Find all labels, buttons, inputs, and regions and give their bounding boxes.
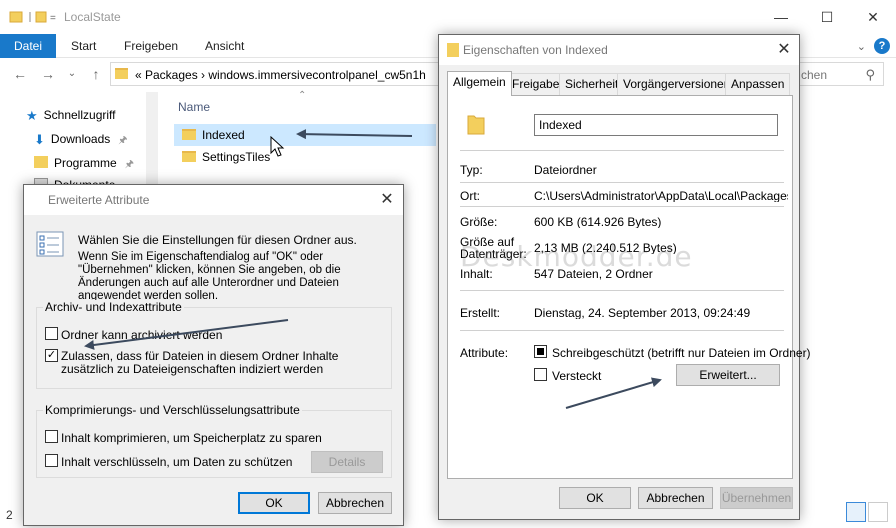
pin-icon[interactable]: 🖈 [118, 135, 127, 146]
type-label: Typ: [460, 163, 483, 177]
created-label: Erstellt: [460, 306, 501, 320]
properties-titlebar: Eigenschaften von Indexed ✕ [439, 35, 799, 65]
tab-sicherheit[interactable]: Sicherheit [559, 73, 625, 95]
tab-freigeben[interactable]: Freigeben [110, 34, 192, 58]
address-path: « Packages › windows.immersivecontrolpan… [135, 68, 426, 82]
archive-checkbox[interactable] [45, 327, 58, 340]
search-icon: ⚲ [865, 67, 875, 82]
properties-title: Eigenschaften von Indexed [463, 43, 608, 57]
attributes-label: Attribute: [460, 346, 509, 360]
folder-icon [115, 68, 128, 79]
separator [460, 150, 784, 151]
advanced-attributes-dialog: Erweiterte Attribute ✕ Wählen Sie die Ei… [23, 184, 404, 526]
folder-icon [182, 129, 196, 140]
ok-button[interactable]: OK [559, 487, 631, 509]
checklist-icon [36, 231, 64, 257]
folder-icon [34, 156, 48, 168]
archive-label: Ordner kann archiviert werden [61, 328, 223, 342]
advanced-title: Erweiterte Attribute [48, 193, 150, 207]
ok-button[interactable]: OK [238, 492, 310, 514]
compression-encryption-group: Komprimierungs- und Verschlüsselungsattr… [36, 403, 392, 478]
group-title: Komprimierungs- und Verschlüsselungsattr… [43, 403, 302, 417]
nav-item-downloads[interactable]: ⬇ Downloads 🖈 [34, 128, 128, 150]
advanced-intro: Wählen Sie die Einstellungen für diesen … [78, 233, 357, 247]
advanced-titlebar: Erweiterte Attribute ✕ [24, 185, 403, 215]
tiles-view-icon[interactable] [868, 502, 888, 522]
size-value: 600 KB (614.926 Bytes) [534, 216, 662, 228]
separator [460, 330, 784, 331]
close-icon[interactable]: ✕ [850, 0, 896, 34]
up-arrow-icon[interactable]: ↑ [88, 66, 104, 82]
location-value: C:\Users\Administrator\AppData\Local\Pac… [534, 190, 788, 202]
cancel-button[interactable]: Abbrechen [318, 492, 392, 514]
search-input[interactable]: chen ⚲ [796, 62, 884, 86]
properties-dialog: Eigenschaften von Indexed ✕ Allgemein Fr… [438, 34, 811, 520]
tab-start[interactable]: Start [57, 34, 110, 58]
separator [460, 182, 784, 183]
explorer-titlebar: = LocalState — ☐ ✕ [0, 0, 896, 34]
file-row[interactable]: Indexed [174, 124, 436, 146]
mouse-cursor-icon [270, 136, 285, 157]
archive-index-group: Archiv- und Indexattribute Ordner kann a… [36, 300, 392, 389]
forward-arrow-icon[interactable]: → [40, 66, 56, 82]
close-icon[interactable]: ✕ [378, 191, 396, 209]
apply-button[interactable]: Übernehmen [720, 487, 793, 509]
sort-chevron-icon: ⌃ [298, 90, 307, 101]
type-value: Dateiordner [534, 164, 597, 176]
maximize-icon[interactable]: ☐ [804, 0, 850, 34]
search-placeholder: chen [801, 68, 828, 82]
nav-item-schnellzugriff[interactable]: ★ Schnellzugriff [26, 104, 115, 126]
pin-icon[interactable]: 🖈 [125, 159, 134, 170]
file-row[interactable]: SettingsTiles [174, 146, 436, 168]
folder-icon [467, 115, 485, 135]
tab-allgemein[interactable]: Allgemein [447, 71, 512, 96]
properties-panel: Indexed Typ: Dateiordner Ort: C:\Users\A… [447, 95, 811, 479]
group-title: Archiv- und Indexattribute [43, 300, 184, 314]
tab-anpassen[interactable]: Anpassen [725, 73, 791, 95]
hidden-checkbox[interactable] [534, 368, 547, 381]
download-icon: ⬇ [34, 132, 45, 147]
size-label: Größe: [460, 215, 498, 229]
help-icon[interactable]: ? [874, 38, 890, 54]
close-icon[interactable]: ✕ [775, 41, 793, 59]
svg-text:=: = [50, 13, 56, 24]
recent-chevron-icon[interactable]: ⌄ [64, 66, 80, 82]
star-icon: ★ [26, 108, 38, 123]
advanced-button[interactable]: Erweitert... [676, 364, 780, 386]
separator [460, 206, 784, 207]
nav-item-programme[interactable]: Programme 🖈 [34, 152, 134, 174]
back-arrow-icon[interactable]: ← [12, 66, 28, 82]
tab-vorgaengerversionen[interactable]: Vorgängerversionen [617, 73, 737, 95]
chevron-down-icon[interactable]: ⌄ [857, 40, 866, 53]
index-checkbox[interactable]: ✓ [45, 349, 58, 362]
encrypt-label: Inhalt verschlüsseln, um Daten zu schütz… [61, 455, 293, 469]
separator [460, 290, 784, 291]
readonly-checkbox[interactable] [534, 345, 547, 358]
explorer-title: LocalState [64, 10, 121, 24]
cancel-button[interactable]: Abbrechen [638, 487, 713, 509]
folder-name-field[interactable]: Indexed [534, 114, 778, 136]
tab-freigabe[interactable]: Freigabe [506, 73, 566, 95]
compress-label: Inhalt komprimieren, um Speicherplatz zu… [61, 431, 322, 445]
created-value: Dienstag, 24. September 2013, 09:24:49 [534, 307, 751, 319]
status-item-count: 2 [6, 508, 13, 522]
compress-checkbox[interactable] [45, 430, 58, 443]
index-label: Zulassen, dass für Dateien in diesem Ord… [61, 349, 339, 376]
folder-icon [447, 43, 459, 57]
column-header-name[interactable]: Name [178, 100, 210, 114]
watermark: Deskmodder.de [460, 240, 693, 273]
advanced-description: Wenn Sie im Eigenschaftendialog auf "OK"… [78, 251, 341, 302]
readonly-label: Schreibgeschützt (betrifft nur Dateien i… [552, 346, 811, 360]
address-field[interactable]: « Packages › windows.immersivecontrolpan… [110, 62, 450, 86]
details-view-icon[interactable] [846, 502, 866, 522]
encrypt-checkbox[interactable] [45, 454, 58, 467]
folder-icon [182, 151, 196, 162]
tab-ansicht[interactable]: Ansicht [191, 34, 258, 58]
tab-datei[interactable]: Datei [0, 34, 57, 58]
minimize-icon[interactable]: — [758, 0, 804, 34]
quick-access-toolbar-icon[interactable]: = [8, 9, 60, 25]
hidden-label: Versteckt [552, 369, 602, 383]
details-button[interactable]: Details [311, 451, 383, 473]
location-label: Ort: [460, 189, 480, 203]
